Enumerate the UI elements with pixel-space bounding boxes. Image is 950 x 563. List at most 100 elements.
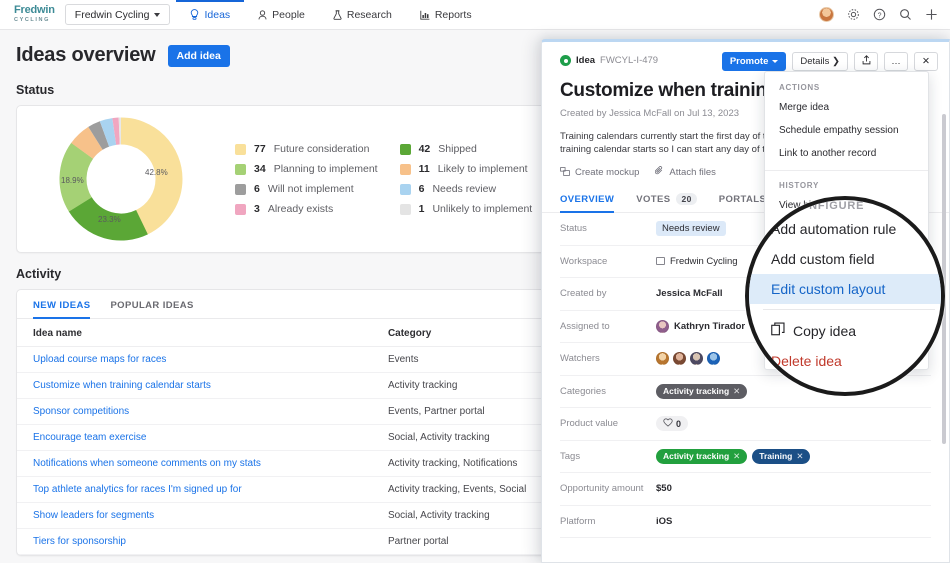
idea-link[interactable]: Show leaders for segments bbox=[33, 510, 154, 521]
magnified-item-edit-custom-layout[interactable]: Edit custom layout bbox=[749, 274, 941, 304]
donut-graphic: 42.8% 23.3% 18.9% bbox=[59, 117, 183, 241]
magnified-item-add-automation-rule[interactable]: Add automation rule bbox=[749, 214, 941, 244]
add-idea-button[interactable]: Add idea bbox=[167, 44, 230, 67]
help-icon[interactable]: ? bbox=[873, 8, 886, 21]
field-label: Categories bbox=[560, 385, 606, 397]
idea-link[interactable]: Encourage team exercise bbox=[33, 432, 146, 443]
avatar[interactable] bbox=[690, 352, 703, 366]
field-opportunity-amount[interactable]: Opportunity amount $50 bbox=[560, 473, 931, 506]
beaker-icon bbox=[333, 9, 342, 20]
tab-popular-ideas[interactable]: POPULAR IDEAS bbox=[110, 300, 193, 318]
legend-swatch bbox=[235, 183, 246, 195]
category-tag-label: Activity tracking bbox=[663, 386, 730, 397]
idea-category: Activity tracking, Events, Social bbox=[387, 484, 527, 495]
idea-link[interactable]: Notifications when someone comments on m… bbox=[33, 458, 261, 469]
nav-tab-reports[interactable]: Reports bbox=[406, 0, 486, 29]
idea-category: Social, Activity tracking bbox=[387, 510, 490, 521]
tab-new-ideas[interactable]: NEW IDEAS bbox=[33, 300, 91, 319]
legend-label: Likely to implement bbox=[437, 163, 528, 175]
idea-category: Activity tracking bbox=[387, 380, 458, 391]
column-header-idea-name[interactable]: Idea name bbox=[17, 319, 372, 347]
idea-tag[interactable]: Activity tracking ✕ bbox=[656, 448, 748, 464]
nav-tab-ideas[interactable]: Ideas bbox=[176, 0, 244, 29]
donut-label-3: 18.9% bbox=[61, 176, 84, 185]
chart-icon bbox=[420, 10, 430, 20]
page-title: Ideas overview bbox=[16, 44, 156, 66]
idea-link[interactable]: Sponsor competitions bbox=[33, 406, 129, 417]
idea-link[interactable]: Tiers for sponsorship bbox=[33, 536, 126, 547]
field-value-created-by: Jessica McFall bbox=[656, 288, 723, 300]
product-value-pill: 0 bbox=[656, 416, 689, 432]
legend-label: Shipped bbox=[438, 143, 477, 155]
magnified-item-add-custom-field[interactable]: Add custom field bbox=[749, 244, 941, 274]
field-value-status-chip: Needs review bbox=[656, 221, 726, 237]
legend-swatch bbox=[235, 143, 246, 155]
more-options-button[interactable]: … bbox=[884, 52, 908, 71]
nav-tab-research[interactable]: Research bbox=[319, 0, 406, 29]
menu-item-schedule-empathy-session[interactable]: Schedule empathy session bbox=[765, 119, 928, 142]
share-button[interactable] bbox=[854, 52, 878, 71]
idea-link[interactable]: Top athlete analytics for races I'm sign… bbox=[33, 484, 242, 495]
create-mockup-button[interactable]: Create mockup bbox=[560, 166, 639, 179]
attach-files-button[interactable]: Attach files bbox=[655, 166, 716, 179]
nav-tab-people[interactable]: People bbox=[244, 0, 319, 29]
avatar[interactable] bbox=[673, 352, 686, 366]
idea-detail-actions: Promote Details ❯ … ✕ bbox=[721, 52, 938, 71]
field-product-value[interactable]: Product value 0 bbox=[560, 408, 931, 441]
promote-button[interactable]: Promote bbox=[721, 52, 787, 71]
legend-count: 6 bbox=[418, 183, 425, 195]
chevron-down-icon bbox=[154, 12, 161, 17]
create-mockup-label: Create mockup bbox=[575, 167, 640, 178]
menu-item-link-to-another-record[interactable]: Link to another record bbox=[765, 142, 928, 165]
product-value-number: 0 bbox=[676, 418, 682, 429]
idea-category: Social, Activity tracking bbox=[387, 432, 490, 443]
idea-tag-label: Activity tracking bbox=[663, 451, 730, 462]
status-donut-chart: 42.8% 23.3% 18.9% bbox=[21, 109, 221, 249]
category-tag[interactable]: Activity tracking ✕ bbox=[656, 383, 748, 399]
workspace-icon bbox=[656, 257, 665, 266]
legend-swatch bbox=[235, 203, 246, 215]
tab-overview-label: OVERVIEW bbox=[560, 193, 615, 205]
top-navigation-bar: Fredwin CYCLING Fredwin Cycling Ideas Pe… bbox=[0, 0, 950, 30]
avatar[interactable] bbox=[707, 352, 720, 366]
tab-votes[interactable]: VOTES 20 bbox=[636, 193, 697, 212]
remove-tag-icon[interactable]: ✕ bbox=[796, 451, 803, 462]
idea-category: Activity tracking, Notifications bbox=[387, 458, 518, 469]
remove-tag-icon[interactable]: ✕ bbox=[733, 386, 740, 397]
magnified-item-copy-idea[interactable]: Copy idea bbox=[749, 315, 941, 346]
plus-icon[interactable] bbox=[925, 8, 938, 21]
magnified-item-delete-idea[interactable]: Delete idea bbox=[749, 346, 941, 376]
legend-item: 6 Will not implement bbox=[235, 183, 378, 195]
remove-tag-icon[interactable]: ✕ bbox=[733, 451, 740, 462]
nav-tabs: Ideas People Research Reports bbox=[176, 0, 485, 29]
legend-swatch bbox=[399, 163, 411, 175]
workspace-selector[interactable]: Fredwin Cycling bbox=[64, 4, 171, 25]
legend-label: Unlikely to implement bbox=[432, 203, 533, 215]
search-icon[interactable] bbox=[899, 8, 912, 21]
menu-item-merge-idea[interactable]: Merge idea bbox=[765, 96, 928, 119]
details-button[interactable]: Details ❯ bbox=[792, 52, 848, 71]
tab-overview[interactable]: OVERVIEW bbox=[560, 193, 615, 213]
field-platform[interactable]: Platform iOS bbox=[560, 506, 931, 538]
idea-link[interactable]: Upload course maps for races bbox=[33, 354, 166, 365]
idea-tag[interactable]: Training ✕ bbox=[752, 448, 811, 464]
attach-files-label: Attach files bbox=[669, 167, 716, 178]
field-tags[interactable]: Tags Activity tracking ✕ Training ✕ bbox=[560, 441, 931, 473]
field-label: Platform bbox=[560, 515, 596, 527]
brand-name: Fredwin bbox=[14, 4, 55, 16]
legend-count: 77 bbox=[254, 143, 266, 155]
legend-item: 34 Planning to implement bbox=[235, 163, 378, 175]
gear-icon[interactable] bbox=[847, 8, 860, 21]
lightbulb-icon bbox=[190, 9, 199, 20]
share-icon bbox=[862, 55, 871, 68]
legend-swatch bbox=[399, 183, 411, 195]
tab-votes-label: VOTES bbox=[636, 193, 671, 205]
idea-detail-header: Idea FWCYL-I-479 Promote Details ❯ … ✕ bbox=[542, 42, 949, 71]
avatar[interactable] bbox=[819, 7, 834, 22]
menu-divider bbox=[765, 170, 928, 171]
close-button[interactable]: ✕ bbox=[914, 52, 938, 71]
brand-logo[interactable]: Fredwin CYCLING bbox=[0, 0, 65, 29]
idea-link[interactable]: Customize when training calendar starts bbox=[33, 380, 211, 391]
avatar[interactable] bbox=[656, 352, 669, 366]
person-icon bbox=[258, 9, 267, 20]
